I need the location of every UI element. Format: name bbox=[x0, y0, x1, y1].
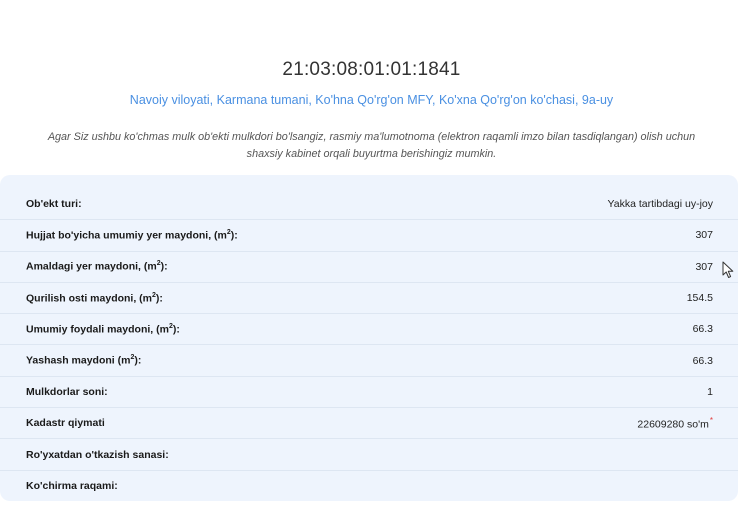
detail-label: Hujjat bo'yicha umumiy yer maydoni, (m2)… bbox=[26, 229, 238, 242]
detail-value: 66.3 bbox=[692, 354, 713, 367]
detail-row-built-area: Qurilish osti maydoni, (m2): 154.5 bbox=[0, 283, 738, 315]
detail-row-extract-number: Ko'chirma raqami: bbox=[0, 471, 738, 502]
property-info-page: 21:03:08:01:01:1841 Navoiy viloyati, Kar… bbox=[0, 0, 743, 512]
detail-row-actual-land-area: Amaldagi yer maydoni, (m2): 307 bbox=[0, 252, 738, 283]
asterisk-mark: * bbox=[709, 415, 713, 425]
detail-label: Ko'chirma raqami: bbox=[26, 480, 118, 493]
detail-value: 1 bbox=[707, 385, 713, 398]
cadastre-number: 21:03:08:01:01:1841 bbox=[282, 59, 461, 80]
detail-value: 154.5 bbox=[686, 292, 713, 305]
detail-row-total-land-area: Hujjat bo'yicha umumiy yer maydoni, (m2)… bbox=[0, 220, 738, 252]
detail-value: 22609280 so'm* bbox=[637, 415, 713, 431]
detail-label: Mulkdorlar soni: bbox=[26, 385, 108, 398]
property-details-card: Ob'ekt turi: Yakka tartibdagi uy-joy Huj… bbox=[0, 175, 738, 501]
detail-label: Yashash maydoni (m2): bbox=[26, 354, 142, 367]
detail-row-owners-count: Mulkdorlar soni: 1 bbox=[0, 377, 738, 409]
detail-label: Kadastr qiymati bbox=[26, 417, 105, 430]
detail-row-cadastral-value: Kadastr qiymati 22609280 so'm* bbox=[0, 408, 738, 440]
mouse-pointer-icon bbox=[722, 261, 734, 278]
detail-label: Ob'ekt turi: bbox=[26, 198, 82, 211]
owner-notice: Agar Siz ushbu ko'chmas mulk ob'ekti mul… bbox=[47, 131, 696, 160]
detail-row-total-useful-area: Umumiy foydali maydoni, (m2): 66.3 bbox=[0, 314, 738, 346]
property-address: Navoiy viloyati, Karmana tumani, Ko'hna … bbox=[129, 93, 614, 107]
detail-value: 307 bbox=[695, 229, 713, 242]
detail-label: Qurilish osti maydoni, (m2): bbox=[26, 291, 163, 305]
detail-value: 307 bbox=[695, 260, 713, 273]
detail-label: Umumiy foydali maydoni, (m2): bbox=[26, 323, 180, 336]
detail-row-registration-date: Ro'yxatdan o'tkazish sanasi: bbox=[0, 439, 738, 471]
detail-row-living-area: Yashash maydoni (m2): 66.3 bbox=[0, 345, 738, 377]
detail-label: Amaldagi yer maydoni, (m2): bbox=[26, 260, 168, 273]
detail-row-object-type: Ob'ekt turi: Yakka tartibdagi uy-joy bbox=[0, 189, 738, 221]
detail-label: Ro'yxatdan o'tkazish sanasi: bbox=[26, 448, 169, 461]
detail-value: 66.3 bbox=[692, 323, 713, 336]
detail-value: Yakka tartibdagi uy-joy bbox=[607, 198, 713, 211]
